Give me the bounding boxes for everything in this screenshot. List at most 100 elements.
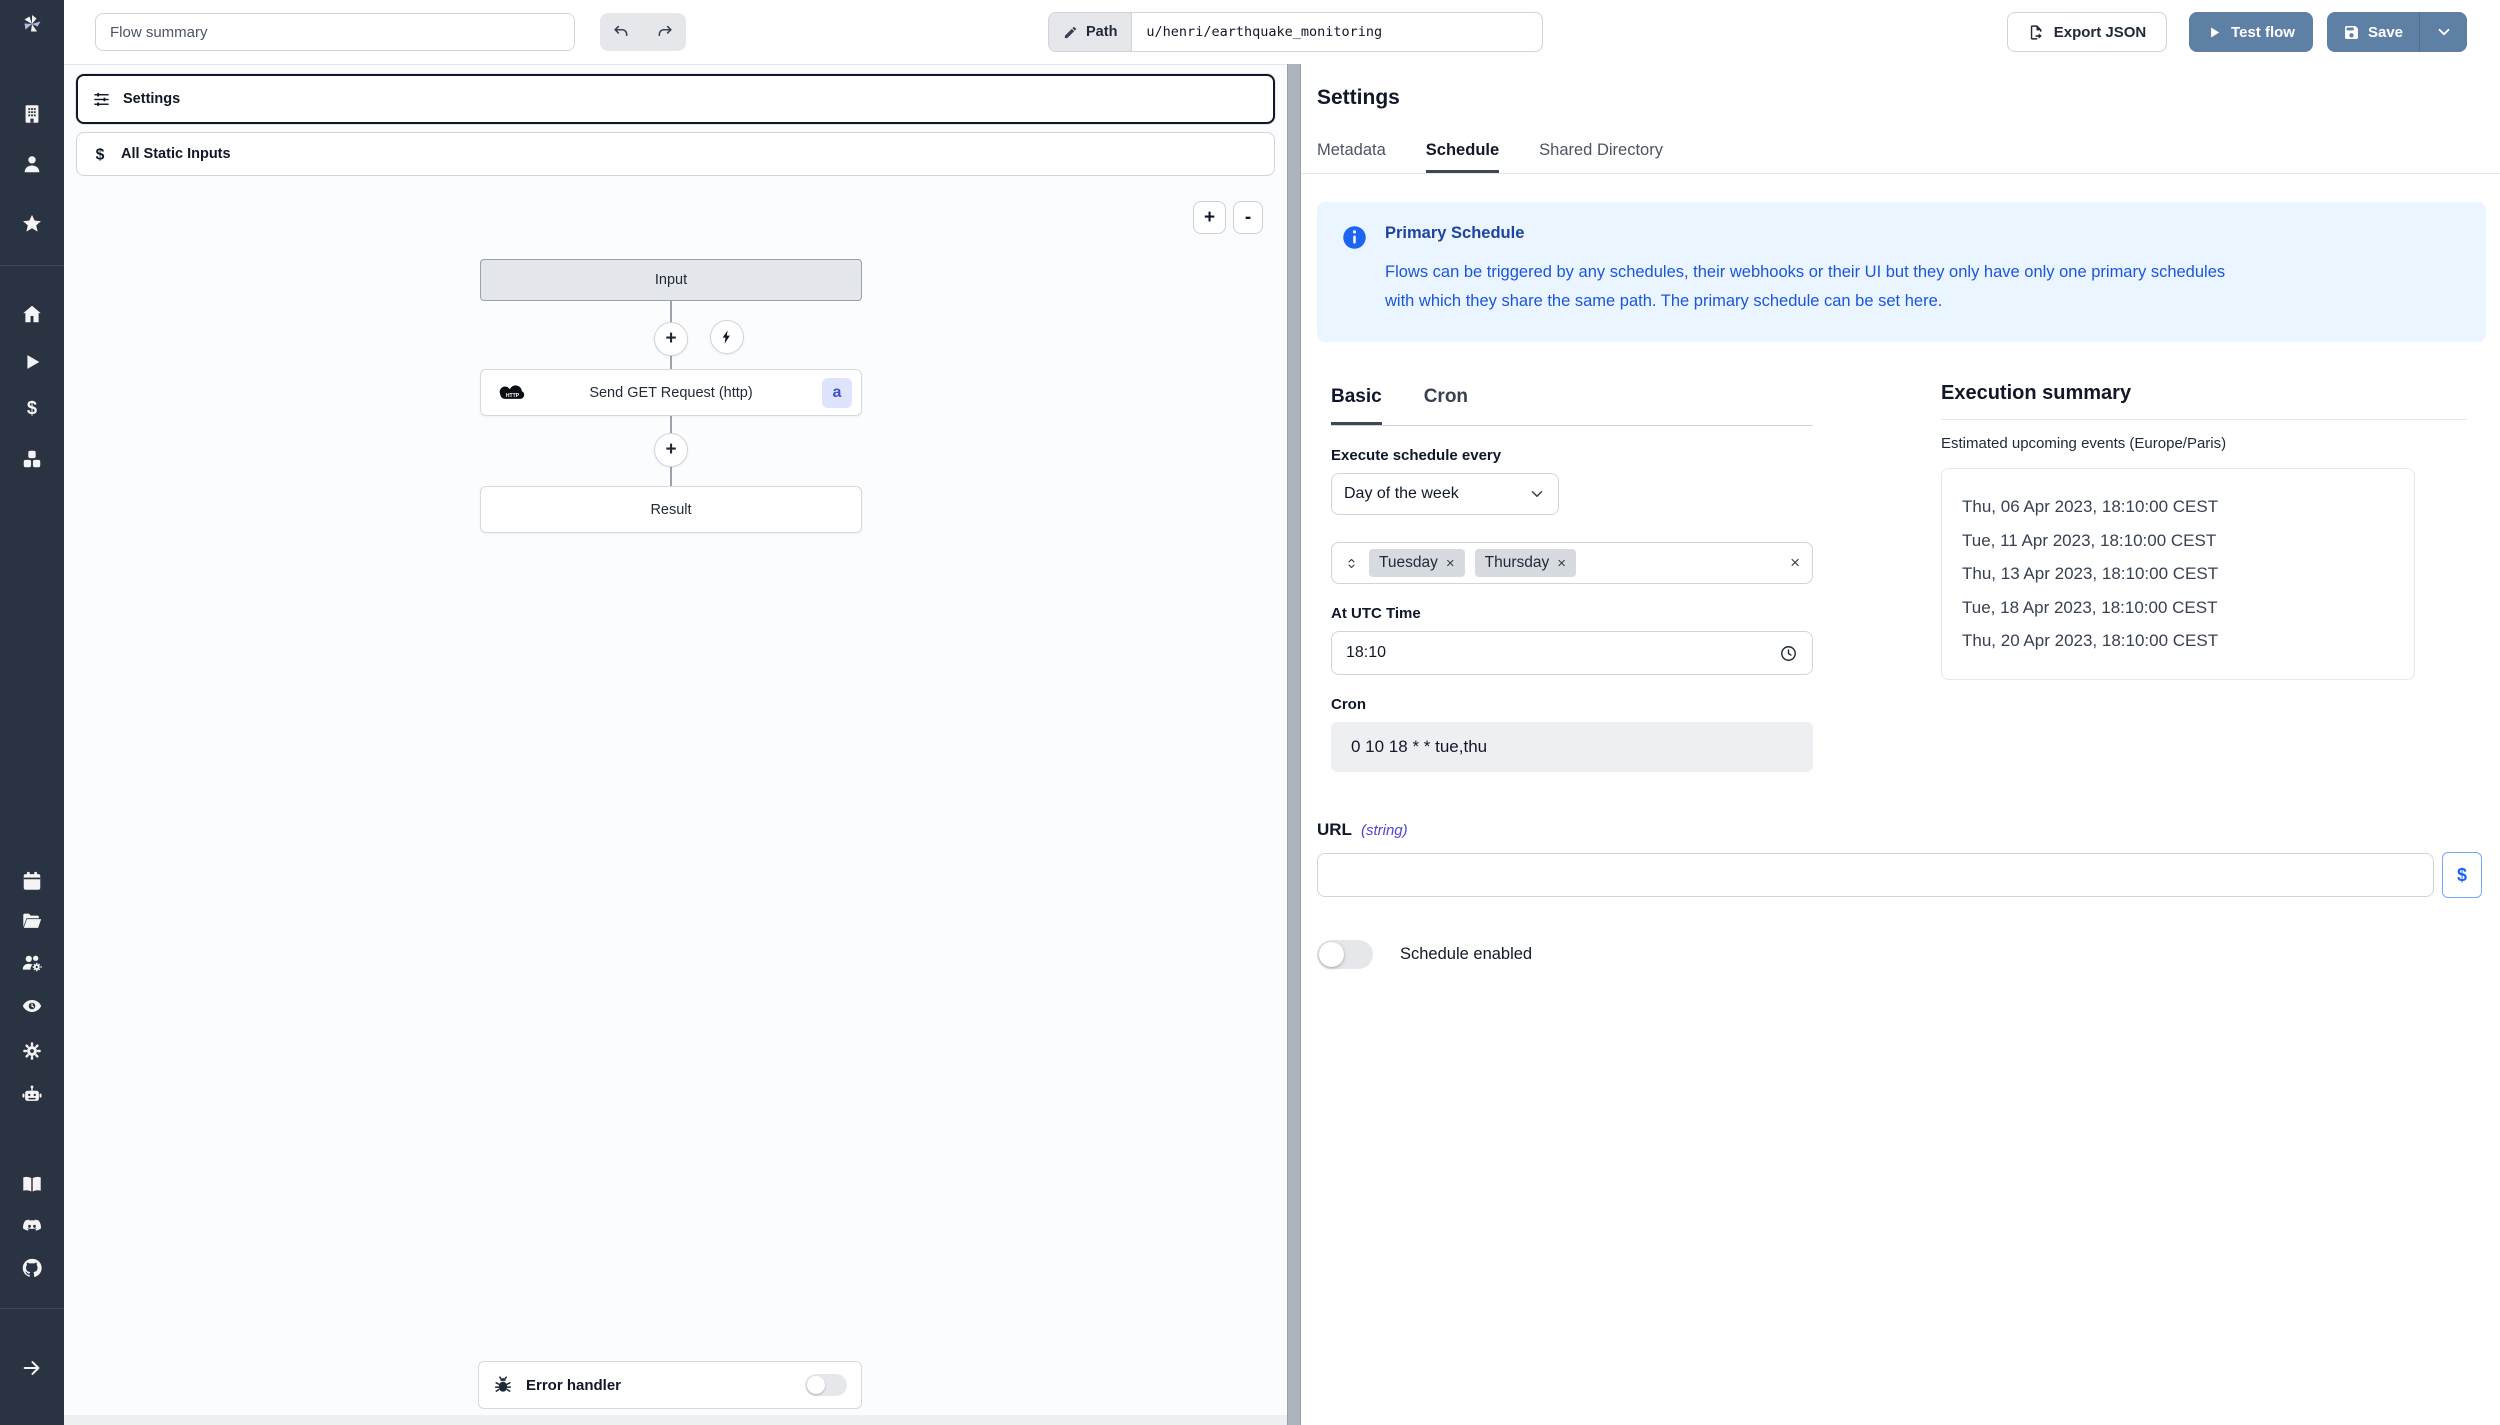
path-edit-button[interactable]: Path <box>1048 12 1132 52</box>
flow-settings-box[interactable]: Settings <box>76 74 1275 124</box>
user-icon[interactable] <box>20 152 44 176</box>
unfold-icon <box>1348 558 1355 568</box>
execution-summary-title: Execution summary <box>1941 382 2132 404</box>
schedule-mode-tabs: Basic Cron <box>1331 386 1813 426</box>
trigger-bolt-button[interactable] <box>710 320 744 354</box>
tab-basic[interactable]: Basic <box>1331 386 1382 425</box>
home-icon[interactable] <box>20 302 44 326</box>
save-label: Save <box>2367 23 2404 41</box>
result-node[interactable]: Result <box>480 486 862 533</box>
github-icon[interactable] <box>20 1256 44 1280</box>
export-json-button[interactable]: Export JSON <box>2007 12 2167 52</box>
settings-tabs: Metadata Schedule Shared Directory <box>1301 130 2500 174</box>
test-flow-button[interactable]: Test flow <box>2189 12 2313 52</box>
url-input[interactable] <box>1317 853 2434 897</box>
pencil-icon <box>1064 26 1077 38</box>
day-tag-label: Thursday <box>1484 554 1550 571</box>
panel-splitter[interactable] <box>1287 64 1301 1425</box>
save-button[interactable]: Save <box>2327 12 2419 52</box>
error-handler-toggle[interactable] <box>805 1374 847 1396</box>
input-node[interactable]: Input <box>480 259 862 301</box>
time-value: 18:10 <box>1346 644 1387 661</box>
remove-tag-icon[interactable]: × <box>1446 555 1455 572</box>
error-handler-box[interactable]: Error handler <box>478 1361 862 1409</box>
url-input-row: $ <box>1317 852 2482 898</box>
day-tag[interactable]: Thursday × <box>1474 549 1577 577</box>
http-step-label: Send GET Request (http) <box>589 384 753 401</box>
settings-panel: Settings Metadata Schedule Shared Direct… <box>1301 64 2500 1425</box>
info-text-line: Flows can be triggered by any schedules,… <box>1385 263 2226 281</box>
info-title: Primary Schedule <box>1385 224 1525 242</box>
play-icon <box>2211 27 2220 37</box>
file-export-icon <box>2030 24 2042 40</box>
favorites-star-icon[interactable] <box>20 212 44 236</box>
workers-robot-icon[interactable] <box>20 1082 44 1106</box>
url-type-hint: (string) <box>1360 822 1408 839</box>
info-icon <box>1343 226 1366 249</box>
tab-shared-directory[interactable]: Shared Directory <box>1539 130 1663 173</box>
sliders-icon <box>94 92 109 106</box>
cron-label: Cron <box>1331 696 1366 713</box>
zoom-out-button[interactable]: - <box>1233 201 1263 234</box>
svg-text:$: $ <box>27 397 37 418</box>
tab-cron[interactable]: Cron <box>1424 386 1468 425</box>
clear-all-icon[interactable]: × <box>1790 553 1800 573</box>
settings-panel-title: Settings <box>1317 86 1400 109</box>
settings-gear-icon[interactable] <box>20 1039 44 1063</box>
groups-users-gear-icon[interactable] <box>20 951 44 975</box>
windmill-logo-icon[interactable] <box>20 12 44 36</box>
cron-expression-field: 0 10 18 * * tue,thu <box>1331 722 1813 772</box>
error-handler-label: Error handler <box>526 1376 622 1394</box>
days-multiselect[interactable]: Tuesday × Thursday × × <box>1331 542 1813 584</box>
schedule-enabled-toggle[interactable] <box>1317 940 1373 969</box>
schedule-enabled-row: Schedule enabled <box>1317 940 1532 969</box>
chevron-down-icon <box>1531 491 1543 497</box>
execution-summary-subtitle: Estimated upcoming events (Europe/Paris) <box>1941 435 2227 452</box>
sidebar-divider <box>0 265 64 266</box>
expand-arrow-icon[interactable] <box>20 1356 44 1380</box>
http-cloud-icon: HTTP <box>499 385 525 399</box>
path-label: Path <box>1086 24 1118 40</box>
all-static-inputs-box[interactable]: $ All Static Inputs <box>76 132 1275 176</box>
time-input[interactable]: 18:10 <box>1331 631 1813 675</box>
runs-play-icon[interactable] <box>20 350 44 374</box>
audit-eye-icon[interactable] <box>20 994 44 1018</box>
save-button-group: Save <box>2327 12 2467 52</box>
insert-variable-button[interactable]: $ <box>2442 852 2482 898</box>
url-label: URL <box>1317 820 1352 839</box>
schedules-calendar-icon[interactable] <box>20 869 44 893</box>
add-step-button[interactable]: + <box>654 433 688 467</box>
event-row: Tue, 11 Apr 2023, 18:10:00 CEST <box>1962 530 2217 550</box>
variables-dollar-icon[interactable]: $ <box>20 396 44 420</box>
redo-button[interactable] <box>648 17 682 47</box>
folders-icon[interactable] <box>20 909 44 933</box>
zoom-in-button[interactable]: + <box>1193 201 1226 234</box>
upcoming-events-box: Thu, 06 Apr 2023, 18:10:00 CEST Tue, 11 … <box>1941 468 2415 680</box>
topbar: Path Export JSON Test flow Save <box>64 0 2500 64</box>
primary-schedule-info-box: Primary Schedule Flows can be triggered … <box>1317 202 2486 342</box>
save-dropdown-button[interactable] <box>2419 12 2467 52</box>
event-row: Thu, 13 Apr 2023, 18:10:00 CEST <box>1962 564 2219 583</box>
clock-icon[interactable] <box>1779 644 1798 663</box>
flow-summary-input[interactable] <box>95 13 575 51</box>
undo-button[interactable] <box>605 17 639 47</box>
resources-cubes-icon[interactable] <box>20 447 44 471</box>
tab-schedule[interactable]: Schedule <box>1425 130 1500 173</box>
sidebar-divider <box>0 1308 64 1309</box>
tab-metadata[interactable]: Metadata <box>1317 130 1386 173</box>
flow-graph-panel: Settings $ All Static Inputs + - Input + <box>64 64 1287 1425</box>
docs-book-icon[interactable] <box>20 1172 44 1196</box>
workspace-icon[interactable] <box>20 102 44 126</box>
day-tag[interactable]: Tuesday × <box>1369 549 1465 577</box>
canvas-scrollbar-track[interactable] <box>64 1415 1287 1425</box>
period-select[interactable]: Day of the week <box>1331 473 1559 515</box>
execution-summary: Execution summary Estimated upcoming eve… <box>1941 382 2467 680</box>
remove-tag-icon[interactable]: × <box>1557 555 1566 572</box>
http-step-node[interactable]: HTTP Send GET Request (http) a <box>480 369 862 416</box>
add-step-button[interactable]: + <box>654 322 688 356</box>
path-input[interactable] <box>1131 12 1544 52</box>
info-text-line: with which they share the same path. The… <box>1385 292 1943 310</box>
discord-icon[interactable] <box>20 1214 44 1238</box>
bolt-icon <box>722 330 730 344</box>
path-group: Path <box>1048 12 1544 52</box>
